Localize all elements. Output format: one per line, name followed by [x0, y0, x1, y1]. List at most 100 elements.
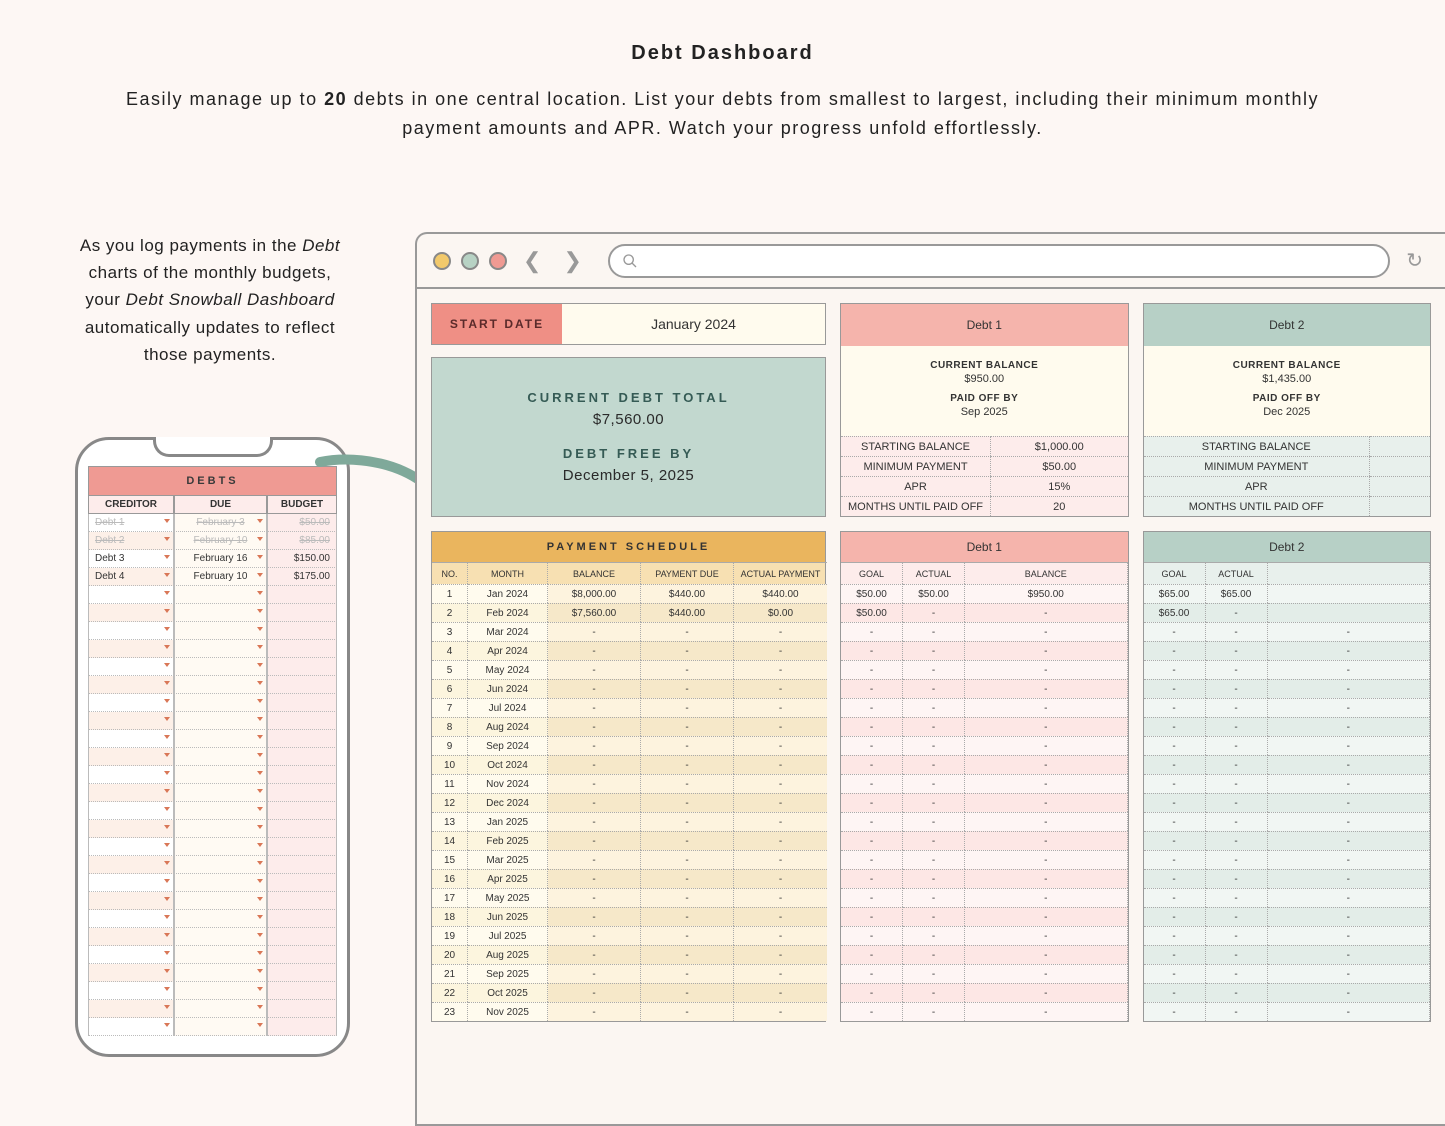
dropdown-caret-icon[interactable] — [164, 645, 170, 649]
cell-due[interactable] — [174, 676, 267, 694]
cell-actual[interactable]: - — [1206, 907, 1268, 926]
cell-value[interactable] — [1370, 456, 1430, 476]
dropdown-caret-icon[interactable] — [257, 627, 263, 631]
cell-creditor[interactable] — [88, 982, 174, 1000]
table-row[interactable] — [88, 586, 337, 604]
dropdown-caret-icon[interactable] — [257, 555, 263, 559]
cell-creditor[interactable] — [88, 874, 174, 892]
dropdown-caret-icon[interactable] — [164, 897, 170, 901]
dropdown-caret-icon[interactable] — [164, 681, 170, 685]
cell-creditor[interactable] — [88, 802, 174, 820]
dropdown-caret-icon[interactable] — [164, 753, 170, 757]
cell-actual[interactable]: - — [903, 983, 965, 1002]
cell-actual[interactable]: - — [734, 679, 827, 698]
cell-due[interactable] — [174, 982, 267, 1000]
cell-actual[interactable]: - — [1206, 698, 1268, 717]
cell-value[interactable] — [1370, 476, 1430, 496]
cell-actual[interactable]: - — [1206, 983, 1268, 1002]
dropdown-caret-icon[interactable] — [257, 915, 263, 919]
cell-creditor[interactable] — [88, 946, 174, 964]
table-row[interactable] — [88, 640, 337, 658]
cell-value[interactable]: $1,000.00 — [991, 436, 1128, 456]
cell-due[interactable] — [174, 586, 267, 604]
table-row[interactable] — [88, 676, 337, 694]
start-date-value[interactable]: January 2024 — [562, 304, 825, 344]
cell-budget[interactable] — [267, 712, 337, 730]
table-row[interactable]: Debt 3February 16$150.00 — [88, 550, 337, 568]
cell-actual[interactable]: - — [1206, 679, 1268, 698]
cell-actual[interactable]: - — [903, 736, 965, 755]
cell-actual[interactable]: - — [1206, 1002, 1268, 1021]
table-row[interactable] — [88, 766, 337, 784]
cell-due[interactable] — [174, 730, 267, 748]
cell-due[interactable] — [174, 784, 267, 802]
dropdown-caret-icon[interactable] — [164, 825, 170, 829]
cell-due[interactable] — [174, 964, 267, 982]
dropdown-caret-icon[interactable] — [257, 717, 263, 721]
cell-actual[interactable]: - — [734, 888, 827, 907]
dropdown-caret-icon[interactable] — [257, 537, 263, 541]
cell-creditor[interactable] — [88, 838, 174, 856]
cell-due[interactable] — [174, 874, 267, 892]
cell-due[interactable] — [174, 604, 267, 622]
dropdown-caret-icon[interactable] — [257, 645, 263, 649]
cell-budget[interactable] — [267, 694, 337, 712]
dropdown-caret-icon[interactable] — [257, 771, 263, 775]
cell-budget[interactable] — [267, 586, 337, 604]
dropdown-caret-icon[interactable] — [257, 807, 263, 811]
table-row[interactable] — [88, 658, 337, 676]
table-row[interactable] — [88, 964, 337, 982]
cell-actual[interactable]: - — [734, 812, 827, 831]
table-row[interactable] — [88, 622, 337, 640]
cell-actual[interactable]: - — [734, 926, 827, 945]
cell-due[interactable] — [174, 766, 267, 784]
table-row[interactable] — [88, 928, 337, 946]
cell-due[interactable]: February 10 — [174, 532, 267, 550]
cell-budget[interactable] — [267, 892, 337, 910]
cell-actual[interactable]: - — [1206, 622, 1268, 641]
forward-button[interactable]: ❯ — [557, 248, 587, 274]
cell-actual[interactable]: - — [734, 717, 827, 736]
window-dot-red-icon[interactable] — [489, 252, 507, 270]
cell-actual[interactable]: - — [1206, 641, 1268, 660]
dropdown-caret-icon[interactable] — [257, 897, 263, 901]
cell-actual[interactable]: - — [903, 850, 965, 869]
cell-due[interactable] — [174, 1000, 267, 1018]
dropdown-caret-icon[interactable] — [164, 717, 170, 721]
dropdown-caret-icon[interactable] — [257, 591, 263, 595]
dropdown-caret-icon[interactable] — [164, 789, 170, 793]
cell-actual[interactable]: - — [1206, 964, 1268, 983]
cell-actual[interactable]: - — [903, 774, 965, 793]
cell-due[interactable] — [174, 946, 267, 964]
cell-actual[interactable]: - — [1206, 755, 1268, 774]
cell-creditor[interactable]: Debt 3 — [88, 550, 174, 568]
cell-actual[interactable]: - — [1206, 774, 1268, 793]
cell-actual[interactable]: - — [1206, 945, 1268, 964]
cell-creditor[interactable] — [88, 910, 174, 928]
cell-budget[interactable] — [267, 946, 337, 964]
dropdown-caret-icon[interactable] — [164, 861, 170, 865]
dropdown-caret-icon[interactable] — [164, 969, 170, 973]
cell-actual[interactable]: - — [1206, 869, 1268, 888]
cell-creditor[interactable] — [88, 784, 174, 802]
dropdown-caret-icon[interactable] — [164, 735, 170, 739]
dropdown-caret-icon[interactable] — [257, 663, 263, 667]
dropdown-caret-icon[interactable] — [257, 1023, 263, 1027]
cell-creditor[interactable] — [88, 1000, 174, 1018]
table-row[interactable] — [88, 604, 337, 622]
cell-budget[interactable] — [267, 784, 337, 802]
cell-budget[interactable] — [267, 640, 337, 658]
table-row[interactable] — [88, 712, 337, 730]
dropdown-caret-icon[interactable] — [257, 825, 263, 829]
cell-actual[interactable]: - — [903, 812, 965, 831]
table-row[interactable]: Debt 2February 10$85.00 — [88, 532, 337, 550]
cell-actual[interactable]: - — [903, 964, 965, 983]
table-row[interactable] — [88, 694, 337, 712]
dropdown-caret-icon[interactable] — [257, 519, 263, 523]
cell-budget[interactable] — [267, 802, 337, 820]
cell-actual[interactable]: - — [734, 698, 827, 717]
table-row[interactable] — [88, 820, 337, 838]
cell-budget[interactable] — [267, 730, 337, 748]
table-row[interactable] — [88, 838, 337, 856]
dropdown-caret-icon[interactable] — [257, 1005, 263, 1009]
